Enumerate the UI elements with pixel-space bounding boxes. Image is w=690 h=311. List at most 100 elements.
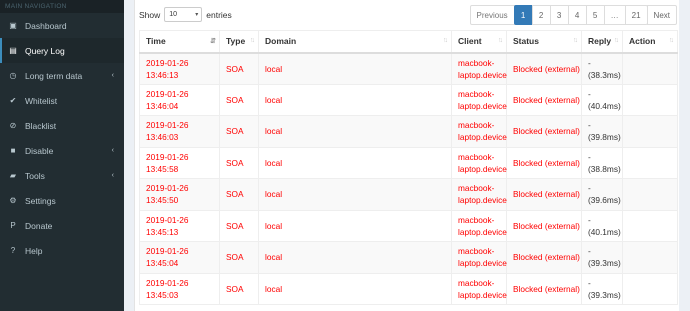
column-header-label: Domain — [265, 36, 297, 47]
cell-action — [622, 178, 678, 211]
cell-time: 2019-01-26 13:45:13 — [139, 209, 220, 242]
pagination-ellipsis: … — [603, 5, 626, 25]
cell-domain: local — [258, 272, 452, 305]
entries-length-control: Show 10 ▾ entries — [139, 7, 232, 22]
sidebar-item-disable[interactable]: ■ Disable ‹ — [0, 138, 124, 163]
pagination: Previous 1 2 3 4 5… 21 Next — [469, 5, 677, 25]
table-row[interactable]: 2019-01-26 13:46:04 SOA local macbook-lapto… — [139, 83, 678, 116]
page-button-4[interactable]: 4 — [567, 5, 587, 25]
cell-status: Blocked (external) — [506, 52, 582, 85]
sort-icon: ↑↓ — [573, 37, 578, 44]
sidebar-item-help[interactable]: ? Help — [0, 238, 124, 263]
sidebar-item-long-term-data[interactable]: ◷ Long term data ‹ — [0, 63, 124, 88]
sidebar-item-label: Tools — [25, 170, 45, 181]
question-circle-icon: ? — [10, 246, 16, 255]
paypal-icon: P — [10, 221, 16, 230]
check-circle-icon: ✔ — [9, 96, 17, 105]
column-header-action[interactable]: Action ↑↓ — [622, 30, 678, 54]
column-header-status[interactable]: Status ↑↓ — [506, 30, 582, 54]
cell-time: 2019-01-26 13:46:04 — [139, 83, 220, 116]
page-button-1[interactable]: 1 — [513, 5, 533, 25]
column-header-reply[interactable]: Reply ↑↓ — [581, 30, 623, 54]
cell-reply: - (39.3ms) — [581, 241, 623, 274]
sidebar-item-label: Whitelist — [25, 95, 58, 106]
sidebar-item-label: Blacklist — [25, 120, 57, 131]
page-button-5[interactable]: 5 — [585, 5, 605, 25]
query-log-box: Show 10 ▾ entries Previous 1 2 3 4 5… 21 Next… — [134, 0, 679, 311]
nav-list: ▣ Dashboard ▤ Query Log ◷ Long term data ‹ ✔ Whi… — [0, 13, 124, 263]
page-button-3[interactable]: 3 — [549, 5, 569, 25]
cell-domain: local — [258, 83, 452, 116]
sidebar-item-query-log[interactable]: ▤ Query Log — [0, 38, 124, 63]
cell-client: macbook-laptop.device — [451, 115, 507, 148]
cell-action — [622, 115, 678, 148]
sort-icon: ↑↓ — [443, 37, 448, 44]
gears-icon: ⚙ — [9, 196, 17, 205]
column-header-label: Time — [146, 36, 166, 47]
table-row[interactable]: 2019-01-26 13:45:03 SOA local macbook-lapto… — [139, 272, 678, 305]
sort-icon: ↑↓ — [669, 37, 674, 44]
column-header-type[interactable]: Type ↑↓ — [219, 30, 259, 54]
sidebar-item-whitelist[interactable]: ✔ Whitelist — [0, 88, 124, 113]
sidebar-header: MAIN NAVIGATION — [0, 0, 124, 13]
chevron-left-icon: ‹ — [111, 172, 114, 179]
sidebar-item-label: Query Log — [25, 45, 65, 56]
cell-reply: - (39.3ms) — [581, 272, 623, 305]
cell-type: SOA — [219, 146, 259, 179]
column-header-time[interactable]: Time ⇵ — [139, 30, 220, 54]
column-header-domain[interactable]: Domain ↑↓ — [258, 30, 452, 54]
cell-time: 2019-01-26 13:45:58 — [139, 146, 220, 179]
column-header-client[interactable]: Client ↑↓ — [451, 30, 507, 54]
cell-type: SOA — [219, 272, 259, 305]
sidebar-item-label: Settings — [25, 195, 56, 206]
cell-type: SOA — [219, 178, 259, 211]
cell-reply: - (40.1ms) — [581, 209, 623, 242]
next-page-button[interactable]: Next — [646, 5, 677, 25]
cell-domain: local — [258, 146, 452, 179]
table-row[interactable]: 2019-01-26 13:46:13 SOA local macbook-lapto… — [139, 52, 678, 85]
table-header-row: Time ⇵ Type ↑↓ Domain ↑↓ Client ↑↓ Status ↑↓ Reply… — [139, 30, 678, 54]
cell-time: 2019-01-26 13:45:50 — [139, 178, 220, 211]
cell-time: 2019-01-26 13:46:13 — [139, 52, 220, 85]
sidebar-item-donate[interactable]: P Donate — [0, 213, 124, 238]
column-header-label: Client — [458, 36, 482, 47]
sidebar-item-blacklist[interactable]: ⊘ Blacklist — [0, 113, 124, 138]
cell-client: macbook-laptop.device — [451, 209, 507, 242]
table-row[interactable]: 2019-01-26 13:45:13 SOA local macbook-lapto… — [139, 209, 678, 242]
sidebar-item-tools[interactable]: ▰ Tools ‹ — [0, 163, 124, 188]
sidebar-item-label: Donate — [25, 220, 53, 231]
previous-page-button[interactable]: Previous — [469, 5, 515, 25]
cell-action — [622, 146, 678, 179]
chevron-left-icon: ‹ — [111, 72, 114, 79]
cell-status: Blocked (external) — [506, 83, 582, 116]
entries-select-value: 10 — [169, 11, 178, 18]
show-label: Show — [139, 9, 161, 20]
select-caret-icon: ▾ — [195, 12, 199, 18]
entries-label: entries — [206, 9, 232, 20]
page-button-2[interactable]: 2 — [531, 5, 551, 25]
file-icon: ▤ — [9, 46, 17, 55]
cell-client: macbook-laptop.device — [451, 272, 507, 305]
cell-action — [622, 83, 678, 116]
cell-client: macbook-laptop.device — [451, 83, 507, 116]
sidebar-item-settings[interactable]: ⚙ Settings — [0, 188, 124, 213]
cell-domain: local — [258, 52, 452, 85]
sidebar-item-dashboard[interactable]: ▣ Dashboard — [0, 13, 124, 38]
table-row[interactable]: 2019-01-26 13:45:58 SOA local macbook-lapto… — [139, 146, 678, 179]
cell-action — [622, 272, 678, 305]
sidebar-item-label: Disable — [25, 145, 54, 156]
cell-action — [622, 52, 678, 85]
table-row[interactable]: 2019-01-26 13:46:03 SOA local macbook-lapto… — [139, 115, 678, 148]
cell-type: SOA — [219, 52, 259, 85]
query-log-table: Time ⇵ Type ↑↓ Domain ↑↓ Client ↑↓ Status ↑↓ Reply… — [139, 30, 678, 305]
cell-type: SOA — [219, 209, 259, 242]
entries-select[interactable]: 10 ▾ — [164, 7, 203, 22]
main-content: Show 10 ▾ entries Previous 1 2 3 4 5… 21 Next… — [124, 0, 690, 311]
cell-action — [622, 209, 678, 242]
sidebar-item-label: Long term data — [25, 70, 83, 81]
stop-icon: ■ — [10, 146, 16, 155]
page-button-21[interactable]: 21 — [624, 5, 648, 25]
sort-icon: ↑↓ — [614, 37, 619, 44]
table-row[interactable]: 2019-01-26 13:45:50 SOA local macbook-lapto… — [139, 178, 678, 211]
table-row[interactable]: 2019-01-26 13:45:04 SOA local macbook-lapto… — [139, 241, 678, 274]
